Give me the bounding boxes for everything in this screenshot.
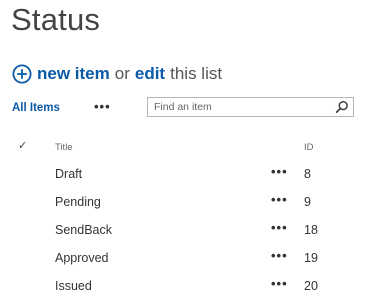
table-row[interactable]: SendBack ••• 18 <box>0 217 369 245</box>
row-menu-button[interactable]: ••• <box>271 192 288 207</box>
row-id: 20 <box>304 279 318 293</box>
row-id: 8 <box>304 167 311 181</box>
new-item-bar: new item or edit this list <box>12 62 222 86</box>
table-header: ✓ Title ID <box>0 140 369 156</box>
all-items-view-link[interactable]: All Items <box>12 102 60 114</box>
row-title[interactable]: Issued <box>55 279 92 293</box>
table-row[interactable]: Issued ••• 20 <box>0 273 369 301</box>
or-text: or <box>114 64 130 83</box>
search-box[interactable] <box>147 97 354 117</box>
table-row[interactable]: Pending ••• 9 <box>0 189 369 217</box>
this-list-text: this list <box>170 64 223 83</box>
column-header-id[interactable]: ID <box>304 142 314 153</box>
row-title[interactable]: Approved <box>55 251 109 265</box>
row-menu-button[interactable]: ••• <box>271 248 288 263</box>
table-row[interactable]: Approved ••• 19 <box>0 245 369 273</box>
search-input[interactable] <box>154 101 324 113</box>
row-id: 9 <box>304 195 311 209</box>
plus-circle-icon[interactable] <box>12 64 32 84</box>
check-icon[interactable]: ✓ <box>18 139 27 152</box>
search-icon[interactable] <box>335 100 349 114</box>
column-header-title[interactable]: Title <box>55 142 73 153</box>
views-more-menu[interactable]: ••• <box>94 96 111 118</box>
row-title[interactable]: SendBack <box>55 223 112 237</box>
row-id: 18 <box>304 223 318 237</box>
page-title: Status <box>11 2 101 37</box>
row-menu-button[interactable]: ••• <box>271 164 288 179</box>
view-selector: All Items ••• <box>12 96 110 120</box>
row-id: 19 <box>304 251 318 265</box>
row-menu-button[interactable]: ••• <box>271 276 288 291</box>
table-row[interactable]: Draft ••• 8 <box>0 161 369 189</box>
edit-link[interactable]: edit <box>135 64 165 84</box>
row-menu-button[interactable]: ••• <box>271 220 288 235</box>
row-title[interactable]: Pending <box>55 195 101 209</box>
new-item-link[interactable]: new item <box>37 64 110 84</box>
row-title[interactable]: Draft <box>55 167 82 181</box>
